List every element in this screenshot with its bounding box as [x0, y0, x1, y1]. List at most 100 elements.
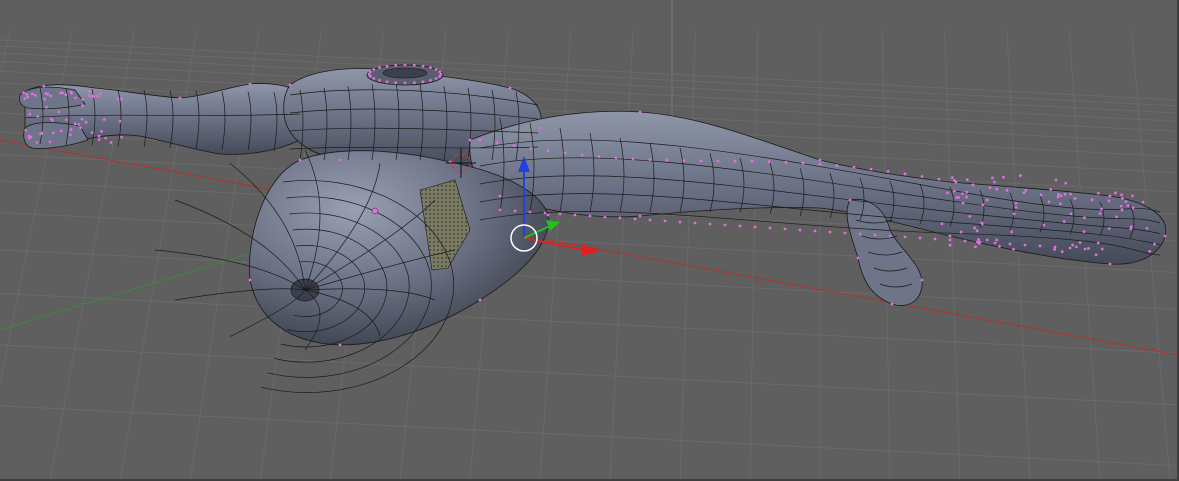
vertex [74, 123, 77, 126]
vertex [1101, 247, 1104, 250]
vertex [372, 77, 375, 80]
vertex [734, 160, 737, 163]
vertex [1009, 243, 1012, 246]
vertex [989, 186, 992, 189]
grid-line [0, 46, 1179, 106]
vertex [998, 245, 1001, 248]
vertex [951, 176, 954, 179]
vertex [1069, 212, 1072, 215]
vertex [249, 279, 252, 282]
grid-line [945, 29, 960, 481]
vertex [1097, 242, 1100, 245]
vertex [34, 94, 37, 97]
vertex [1040, 194, 1043, 197]
vertex [574, 214, 577, 217]
vertex [919, 237, 922, 240]
vertex [1039, 245, 1042, 248]
vertex [891, 303, 894, 306]
vertex [26, 96, 29, 99]
vertex [1013, 212, 1016, 215]
vertex [1097, 192, 1100, 195]
vertex [921, 175, 924, 178]
vertex [39, 133, 42, 136]
vertex [378, 79, 381, 82]
vertex [739, 225, 742, 228]
vertex [955, 196, 958, 199]
vertex [1079, 241, 1082, 244]
vertex [857, 257, 860, 260]
vertex [960, 231, 963, 234]
vertex [120, 136, 123, 139]
vertex [799, 229, 802, 232]
vertex [1115, 216, 1118, 219]
vertex [977, 238, 980, 241]
vertex [422, 80, 425, 83]
vertex [1006, 189, 1009, 192]
vertex [88, 90, 91, 93]
vertex [1120, 205, 1123, 208]
vertex [530, 147, 533, 150]
vertex [60, 129, 63, 132]
vertex [615, 156, 618, 159]
vertex [49, 95, 52, 98]
vertex [1084, 248, 1087, 251]
vertex [1054, 246, 1057, 249]
vertex [1142, 201, 1145, 204]
vertex [64, 93, 67, 96]
vertex [976, 240, 979, 243]
vertex [179, 97, 182, 100]
vertex [58, 110, 61, 113]
vertex [85, 121, 88, 124]
vertex [404, 82, 407, 85]
vertex [299, 159, 302, 162]
vertex [529, 211, 532, 214]
vertex [934, 238, 937, 241]
object-origin [372, 208, 378, 214]
vertex [78, 123, 81, 126]
vertex [1095, 253, 1098, 256]
vertex [564, 152, 567, 155]
vertex [92, 95, 95, 98]
vertex [1019, 174, 1022, 177]
vertex [96, 95, 99, 98]
vertex [394, 81, 397, 84]
vertex [339, 344, 342, 347]
vertex [1131, 194, 1134, 197]
vertex [438, 75, 441, 78]
vertex [991, 176, 994, 179]
vertex [99, 92, 102, 95]
vertex [1109, 263, 1112, 266]
vertex [962, 202, 965, 205]
vertex [981, 204, 984, 207]
vertex [849, 199, 852, 202]
vertex [986, 238, 989, 241]
vertex [974, 245, 977, 248]
floor-grid [0, 29, 1179, 481]
vertex [289, 84, 292, 87]
vertex [639, 215, 642, 218]
vertex [874, 234, 877, 237]
vertex [1108, 199, 1111, 202]
vertex [986, 199, 989, 202]
vertex [422, 65, 425, 68]
viewport-canvas[interactable] [0, 0, 1179, 481]
vertex [1153, 243, 1156, 246]
vertex [1023, 191, 1026, 194]
vertex [52, 131, 55, 134]
character-mesh[interactable] [19, 64, 1166, 393]
vertex [973, 227, 976, 230]
vertex [1069, 193, 1072, 196]
vertex [479, 139, 482, 142]
vertex [91, 131, 94, 134]
vertex [120, 98, 123, 101]
vertex [904, 236, 907, 239]
vertex [45, 106, 48, 109]
3d-viewport[interactable] [0, 0, 1179, 481]
x-arrow-head[interactable] [582, 244, 600, 256]
vertex [88, 94, 91, 97]
vertex [1010, 230, 1013, 233]
vertex [829, 231, 832, 234]
vertex [1043, 224, 1046, 227]
vertex [581, 153, 584, 156]
vertex [435, 68, 438, 71]
